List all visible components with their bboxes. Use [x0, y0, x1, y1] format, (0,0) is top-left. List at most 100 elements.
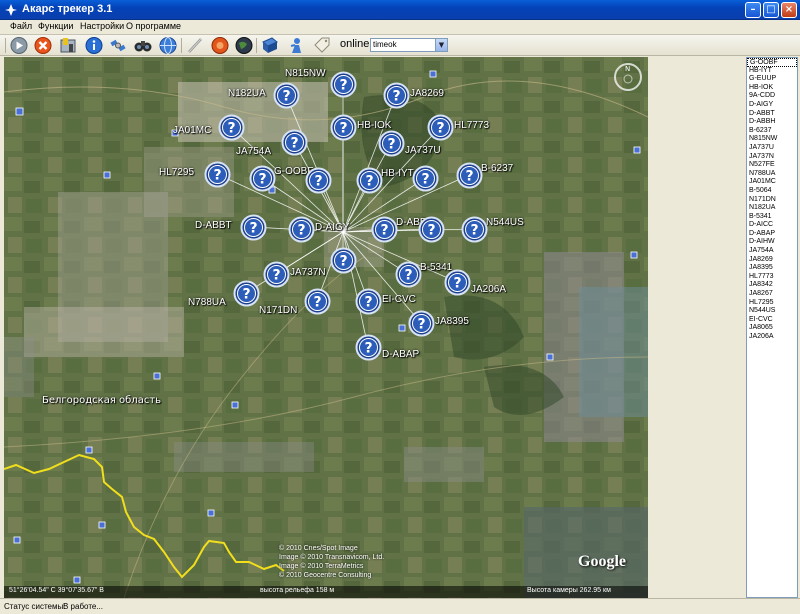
play-button[interactable]	[9, 36, 29, 55]
aircraft-marker[interactable]: ?	[273, 82, 300, 109]
settings-button[interactable]	[58, 36, 78, 55]
aircraft-marker[interactable]: ?	[444, 269, 471, 296]
aircraft-marker[interactable]: ?	[305, 167, 332, 194]
flight-list-item[interactable]: JA01MC	[747, 178, 797, 187]
question-icon: ?	[395, 261, 422, 288]
aircraft-marker[interactable]: ?	[330, 71, 357, 98]
flight-list-item[interactable]: JA754A	[747, 247, 797, 256]
flight-list-item[interactable]: JA8267	[747, 290, 797, 299]
question-icon: ?	[204, 161, 231, 188]
flight-list-item[interactable]: D-AICC	[747, 221, 797, 230]
aircraft-marker[interactable]: ?	[418, 216, 445, 243]
close-button[interactable]: ×	[781, 2, 797, 18]
map-status-strip: 51°26'04.54" С 39°07'35.67" В высота рел…	[4, 586, 648, 598]
aircraft-marker[interactable]: ?	[330, 114, 357, 141]
question-icon: ?	[249, 165, 276, 192]
flight-list-item[interactable]: JA8395	[747, 264, 797, 273]
flight-list-item[interactable]: N527FE	[747, 161, 797, 170]
flight-list-item[interactable]: JA8065	[747, 324, 797, 333]
svg-text:N: N	[625, 65, 630, 73]
flight-list-item[interactable]: JA8269	[747, 256, 797, 265]
aircraft-label: N171DN	[259, 305, 298, 316]
flight-list-item[interactable]: N171DN	[747, 196, 797, 205]
aircraft-marker[interactable]: ?	[355, 288, 382, 315]
flight-list-item[interactable]: HL7295	[747, 299, 797, 308]
aircraft-marker[interactable]: ?	[204, 161, 231, 188]
flight-list-item[interactable]: EI-CVC	[747, 316, 797, 325]
book-button[interactable]	[260, 36, 280, 55]
maximize-button[interactable]: □	[763, 2, 779, 18]
flight-list-item[interactable]: B-5341	[747, 213, 797, 222]
aircraft-marker[interactable]: ?	[427, 114, 454, 141]
map-credits: © 2010 Cnes/Spot Image Image © 2010 Tran…	[279, 544, 384, 580]
globe-icon	[159, 37, 177, 54]
flight-list-item[interactable]: HB-IOK	[747, 84, 797, 93]
compass-icon[interactable]: N	[612, 61, 644, 93]
aircraft-marker[interactable]: ?	[249, 165, 276, 192]
flight-list-item[interactable]: D-AIHW	[747, 238, 797, 247]
flight-list-item[interactable]: D-AIGY	[747, 101, 797, 110]
aircraft-marker[interactable]: ?	[288, 216, 315, 243]
flight-list-item[interactable]: N182UA	[747, 204, 797, 213]
flight-list-item[interactable]: N544US	[747, 307, 797, 316]
marker-button[interactable]	[210, 36, 230, 55]
chevron-down-icon[interactable]: ▼	[435, 39, 447, 51]
play-icon	[10, 37, 28, 54]
tag-button[interactable]	[312, 36, 332, 55]
flight-list-item[interactable]: JA206A	[747, 333, 797, 342]
aircraft-marker[interactable]: ?	[304, 288, 331, 315]
flight-list-item[interactable]: B-5064	[747, 187, 797, 196]
aircraft-marker[interactable]: ?	[356, 167, 383, 194]
menu-settings[interactable]: Настройки	[80, 21, 124, 31]
aircraft-marker[interactable]: ?	[281, 129, 308, 156]
aircraft-marker[interactable]: ?	[383, 82, 410, 109]
svg-text:?: ?	[392, 89, 400, 105]
flight-list-item[interactable]: N788UA	[747, 170, 797, 179]
flight-list-item[interactable]: G-OOBF	[747, 58, 797, 67]
stop-icon	[34, 37, 52, 54]
globe-button[interactable]	[158, 36, 178, 55]
flight-list-item[interactable]: HB-IYT	[747, 67, 797, 76]
flight-list-item[interactable]: D-ABBT	[747, 110, 797, 119]
map-view[interactable]: ? N815NW? N182UA? JA8269? JA01MC? HB-IOK? HL77…	[4, 57, 648, 598]
aircraft-marker[interactable]: ?	[218, 114, 245, 141]
flight-list-item[interactable]: JA737N	[747, 153, 797, 162]
aircraft-marker[interactable]: ?	[330, 247, 357, 274]
aircraft-marker[interactable]: ?	[233, 280, 260, 307]
aircraft-marker[interactable]: ?	[412, 165, 439, 192]
flight-list-item[interactable]: D-ABBH	[747, 118, 797, 127]
aircraft-marker[interactable]: ?	[456, 162, 483, 189]
flight-list-item[interactable]: JA737U	[747, 144, 797, 153]
flight-list-item[interactable]: HL7773	[747, 273, 797, 282]
aircraft-marker[interactable]: ?	[461, 216, 488, 243]
person-button[interactable]	[286, 36, 306, 55]
flight-list-item[interactable]: JA8342	[747, 281, 797, 290]
binoculars-button[interactable]	[133, 36, 153, 55]
flight-list-item[interactable]: N815NW	[747, 135, 797, 144]
mode-select[interactable]: timeok ▼	[370, 38, 448, 52]
aircraft-marker[interactable]: ?	[408, 310, 435, 337]
earth-button[interactable]	[234, 36, 254, 55]
aircraft-marker[interactable]: ?	[355, 334, 382, 361]
info-button[interactable]	[84, 36, 104, 55]
status-bar: Статус системы: В работе...	[0, 598, 800, 614]
aircraft-marker[interactable]: ?	[395, 261, 422, 288]
aircraft-marker[interactable]: ?	[378, 130, 405, 157]
flight-list-item[interactable]: 9A-CDD	[747, 92, 797, 101]
flight-list[interactable]: G-OOBF HB-IYT G-EUUP HB-IOK 9A-CDD D-AIGY D-AB…	[746, 57, 798, 598]
flight-list-item[interactable]: B-6237	[747, 127, 797, 136]
stop-button[interactable]	[33, 36, 53, 55]
svg-text:?: ?	[365, 174, 373, 190]
minimize-button[interactable]: –	[745, 2, 761, 18]
svg-text:?: ?	[421, 172, 429, 188]
aircraft-marker[interactable]: ?	[371, 216, 398, 243]
aircraft-marker[interactable]: ?	[240, 214, 267, 241]
flight-list-item[interactable]: G-EUUP	[747, 75, 797, 84]
menu-about[interactable]: О программе	[126, 21, 181, 31]
aircraft-marker[interactable]: ?	[263, 261, 290, 288]
flight-list-item[interactable]: D-ABAP	[747, 230, 797, 239]
satellite-button[interactable]	[108, 36, 128, 55]
menu-functions[interactable]: Функции	[38, 21, 73, 31]
menu-file[interactable]: Файл	[10, 21, 32, 31]
antenna-button[interactable]	[185, 36, 205, 55]
